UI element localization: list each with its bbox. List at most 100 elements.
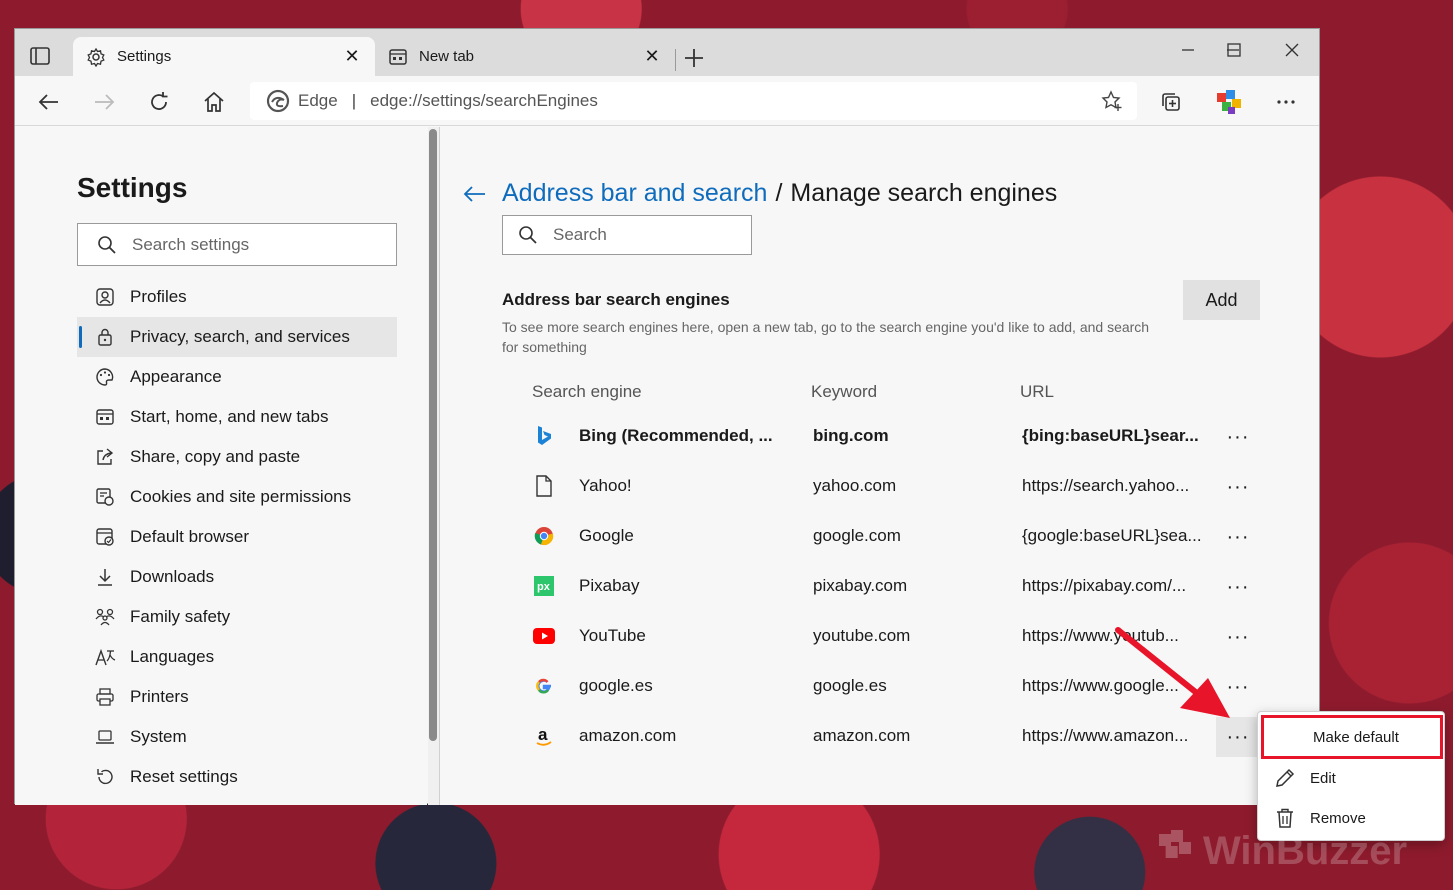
amazon-icon: a [532, 724, 556, 748]
table-row: px Pixabay pixabay.com https://pixabay.c… [502, 562, 1262, 612]
more-actions-button[interactable]: ··· [1216, 717, 1260, 757]
google-icon [532, 674, 556, 698]
engine-keyword: pixabay.com [813, 576, 908, 595]
sidebar-item-label: System [130, 727, 187, 746]
watermark-logo-icon [1155, 826, 1195, 876]
column-header-keyword: Keyword [811, 382, 878, 401]
more-actions-button[interactable]: ··· [1216, 567, 1260, 607]
sidebar-item-label: Family safety [130, 607, 231, 626]
engine-name: Pixabay [579, 576, 640, 595]
more-actions-button[interactable]: ··· [1216, 417, 1260, 457]
address-url[interactable]: edge://settings/searchEngines [370, 91, 1097, 111]
search-engines-search-input[interactable]: Search [502, 215, 752, 255]
engine-name: Yahoo! [579, 476, 632, 495]
search-placeholder: Search [553, 225, 607, 244]
more-menu-icon[interactable] [1270, 86, 1302, 118]
collections-icon[interactable] [1155, 86, 1187, 118]
annotation-arrow [1115, 627, 1230, 718]
breadcrumb: Address bar and search / Manage search e… [502, 179, 1057, 208]
download-icon [93, 565, 117, 589]
make-default-menu-item[interactable]: Make default [1261, 715, 1443, 759]
sidebar-item-privacy[interactable]: Privacy, search, and services [77, 317, 397, 357]
youtube-icon [532, 624, 556, 648]
cookies-icon [93, 485, 117, 509]
sidebar-item-cookies[interactable]: Cookies and site permissions [77, 477, 397, 517]
sidebar-item-label: Cookies and site permissions [130, 487, 352, 506]
settings-search-input[interactable]: Search settings [77, 223, 397, 266]
svg-text:a: a [538, 725, 548, 744]
column-header-engine: Search engine [532, 382, 642, 401]
tab-actions-icon[interactable] [27, 43, 53, 69]
watermark-text: WinBuzzer [1203, 828, 1408, 873]
address-origin: Edge [298, 91, 338, 110]
laptop-icon [93, 725, 117, 749]
context-menu: Make default Edit Remove [1257, 711, 1445, 841]
engine-keyword: bing.com [813, 426, 889, 445]
page-title: Manage search engines [790, 179, 1058, 207]
scrollbar-thumb[interactable] [429, 129, 437, 741]
favorite-star-icon[interactable] [1097, 86, 1127, 116]
more-actions-button[interactable]: ··· [1216, 517, 1260, 557]
settings-sidebar: Settings Search settings Profiles Privac… [15, 127, 427, 805]
table-row: Google google.com {google:baseURL}sea...… [502, 512, 1262, 562]
sidebar-item-family-safety[interactable]: Family safety [77, 597, 397, 637]
page-icon [532, 474, 556, 498]
refresh-icon[interactable] [143, 86, 175, 118]
sidebar-item-default-browser[interactable]: Default browser [77, 517, 397, 557]
printer-icon [93, 685, 117, 709]
close-window-icon[interactable] [1269, 35, 1315, 65]
toolbar: Edge | edge://settings/searchEngines [15, 76, 1319, 126]
sidebar-item-languages[interactable]: Languages [77, 637, 397, 677]
sidebar-item-appearance[interactable]: Appearance [77, 357, 397, 397]
address-separator: | [351, 91, 357, 110]
breadcrumb-link[interactable]: Address bar and search [502, 179, 767, 208]
add-button[interactable]: Add [1183, 280, 1260, 320]
engine-url: {bing:baseURL}sear... [1022, 426, 1199, 445]
engine-keyword: youtube.com [813, 626, 911, 645]
forward-icon[interactable] [88, 86, 120, 118]
pixabay-icon: px [532, 574, 556, 598]
sidebar-item-label: Start, home, and new tabs [130, 407, 329, 426]
lock-icon [93, 325, 117, 349]
search-icon [96, 234, 118, 256]
sidebar-item-label: Privacy, search, and services [130, 327, 350, 346]
sidebar-item-profiles[interactable]: Profiles [77, 277, 397, 317]
engine-name: google.es [579, 676, 653, 695]
table-row: Yahoo! yahoo.com https://search.yahoo...… [502, 462, 1262, 512]
home-icon[interactable] [198, 86, 230, 118]
languages-icon [93, 645, 117, 669]
share-icon [93, 445, 117, 469]
sidebar-item-downloads[interactable]: Downloads [77, 557, 397, 597]
close-icon[interactable]: ✕ [641, 46, 663, 68]
address-bar[interactable]: Edge | edge://settings/searchEngines [250, 82, 1137, 120]
sidebar-item-label: Default browser [130, 527, 250, 546]
sidebar-item-start-home[interactable]: Start, home, and new tabs [77, 397, 397, 437]
tab-title: Settings [117, 48, 172, 65]
edit-menu-item[interactable]: Edit [1258, 758, 1444, 798]
extension-logo-icon[interactable] [1213, 86, 1245, 118]
engine-url: {google:baseURL}sea... [1022, 526, 1202, 545]
engine-url: https://pixabay.com/... [1022, 576, 1187, 595]
newtab-icon [387, 46, 409, 68]
maximize-icon[interactable] [1211, 35, 1257, 65]
engine-keyword: yahoo.com [813, 476, 897, 495]
sidebar-item-system[interactable]: System [77, 717, 397, 757]
minimize-icon[interactable] [1165, 35, 1211, 65]
tab-settings[interactable]: Settings ✕ [73, 37, 375, 76]
tab-new-tab[interactable]: New tab ✕ [375, 37, 675, 76]
profile-icon [93, 285, 117, 309]
back-arrow-icon[interactable] [460, 179, 490, 209]
sidebar-item-reset[interactable]: Reset settings [77, 757, 397, 797]
edge-logo-icon [266, 89, 290, 113]
close-icon[interactable]: ✕ [341, 46, 363, 68]
sidebar-item-share[interactable]: Share, copy and paste [77, 437, 397, 477]
back-icon[interactable] [33, 86, 65, 118]
sidebar-item-label: Share, copy and paste [130, 447, 301, 466]
pencil-icon [1272, 765, 1298, 791]
gear-icon [85, 46, 107, 68]
search-icon [517, 224, 539, 246]
sidebar-item-printers[interactable]: Printers [77, 677, 397, 717]
chrome-icon [532, 524, 556, 548]
new-tab-button[interactable] [679, 43, 709, 73]
more-actions-button[interactable]: ··· [1216, 467, 1260, 507]
